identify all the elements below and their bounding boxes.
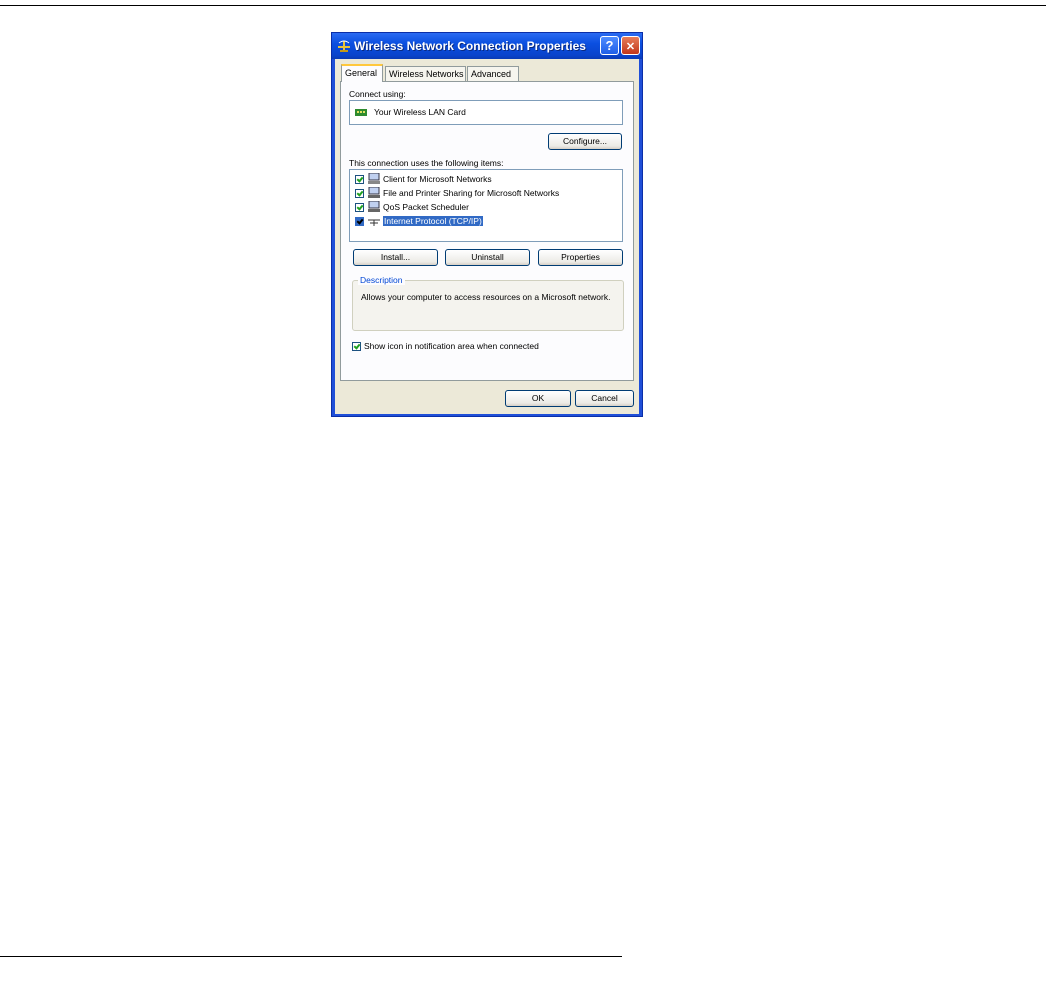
tab-advanced[interactable]: Advanced [467,66,519,82]
tab-wireless-networks[interactable]: Wireless Networks [385,66,466,82]
network-client-icon [368,173,380,184]
install-button[interactable]: Install... [353,249,438,266]
item-checkbox[interactable] [355,175,364,184]
window-title: Wireless Network Connection Properties [354,39,586,53]
item-checkbox[interactable] [355,217,364,226]
list-item[interactable]: Client for Microsoft Networks [383,174,492,184]
configure-button[interactable]: Configure... [548,133,622,150]
items-label: This connection uses the following items… [349,158,504,168]
description-legend: Description [358,275,405,285]
adapter-box: Your Wireless LAN Card [349,100,623,125]
item-checkbox[interactable] [355,203,364,212]
ok-button[interactable]: OK [505,390,571,407]
cancel-button[interactable]: Cancel [575,390,634,407]
help-button[interactable]: ? [600,36,619,55]
general-tab-panel: Connect using: Your Wireless LAN Card Co… [340,81,634,381]
show-icon-checkbox[interactable] [352,342,361,351]
show-icon-label[interactable]: Show icon in notification area when conn… [364,341,539,351]
uninstall-button[interactable]: Uninstall [445,249,530,266]
close-icon: ✕ [625,41,636,53]
item-checkbox[interactable] [355,189,364,198]
description-text: Allows your computer to access resources… [361,292,611,302]
wireless-network-icon [338,40,350,52]
dialog-client-area: General Wireless Networks Advanced Conne… [335,59,639,414]
adapter-name: Your Wireless LAN Card [374,107,466,117]
network-card-icon [355,109,367,116]
network-service-icon [368,187,380,198]
components-list[interactable]: Client for Microsoft Networks File and P… [349,169,623,242]
page-top-rule [0,5,1046,6]
title-bar[interactable]: Wireless Network Connection Properties ?… [332,33,642,59]
close-button[interactable]: ✕ [621,36,640,55]
list-item[interactable]: File and Printer Sharing for Microsoft N… [383,188,559,198]
properties-dialog: Wireless Network Connection Properties ?… [331,32,643,417]
description-group: Description Allows your computer to acce… [352,275,624,331]
page-bottom-rule [0,956,622,957]
tab-general[interactable]: General [341,64,383,82]
network-service-icon [368,201,380,212]
list-item[interactable]: QoS Packet Scheduler [383,202,469,212]
connect-using-label: Connect using: [349,89,406,99]
list-item-selected[interactable]: Internet Protocol (TCP/IP) [382,215,484,227]
properties-button[interactable]: Properties [538,249,623,266]
help-icon: ? [605,38,614,53]
protocol-icon [368,219,380,226]
